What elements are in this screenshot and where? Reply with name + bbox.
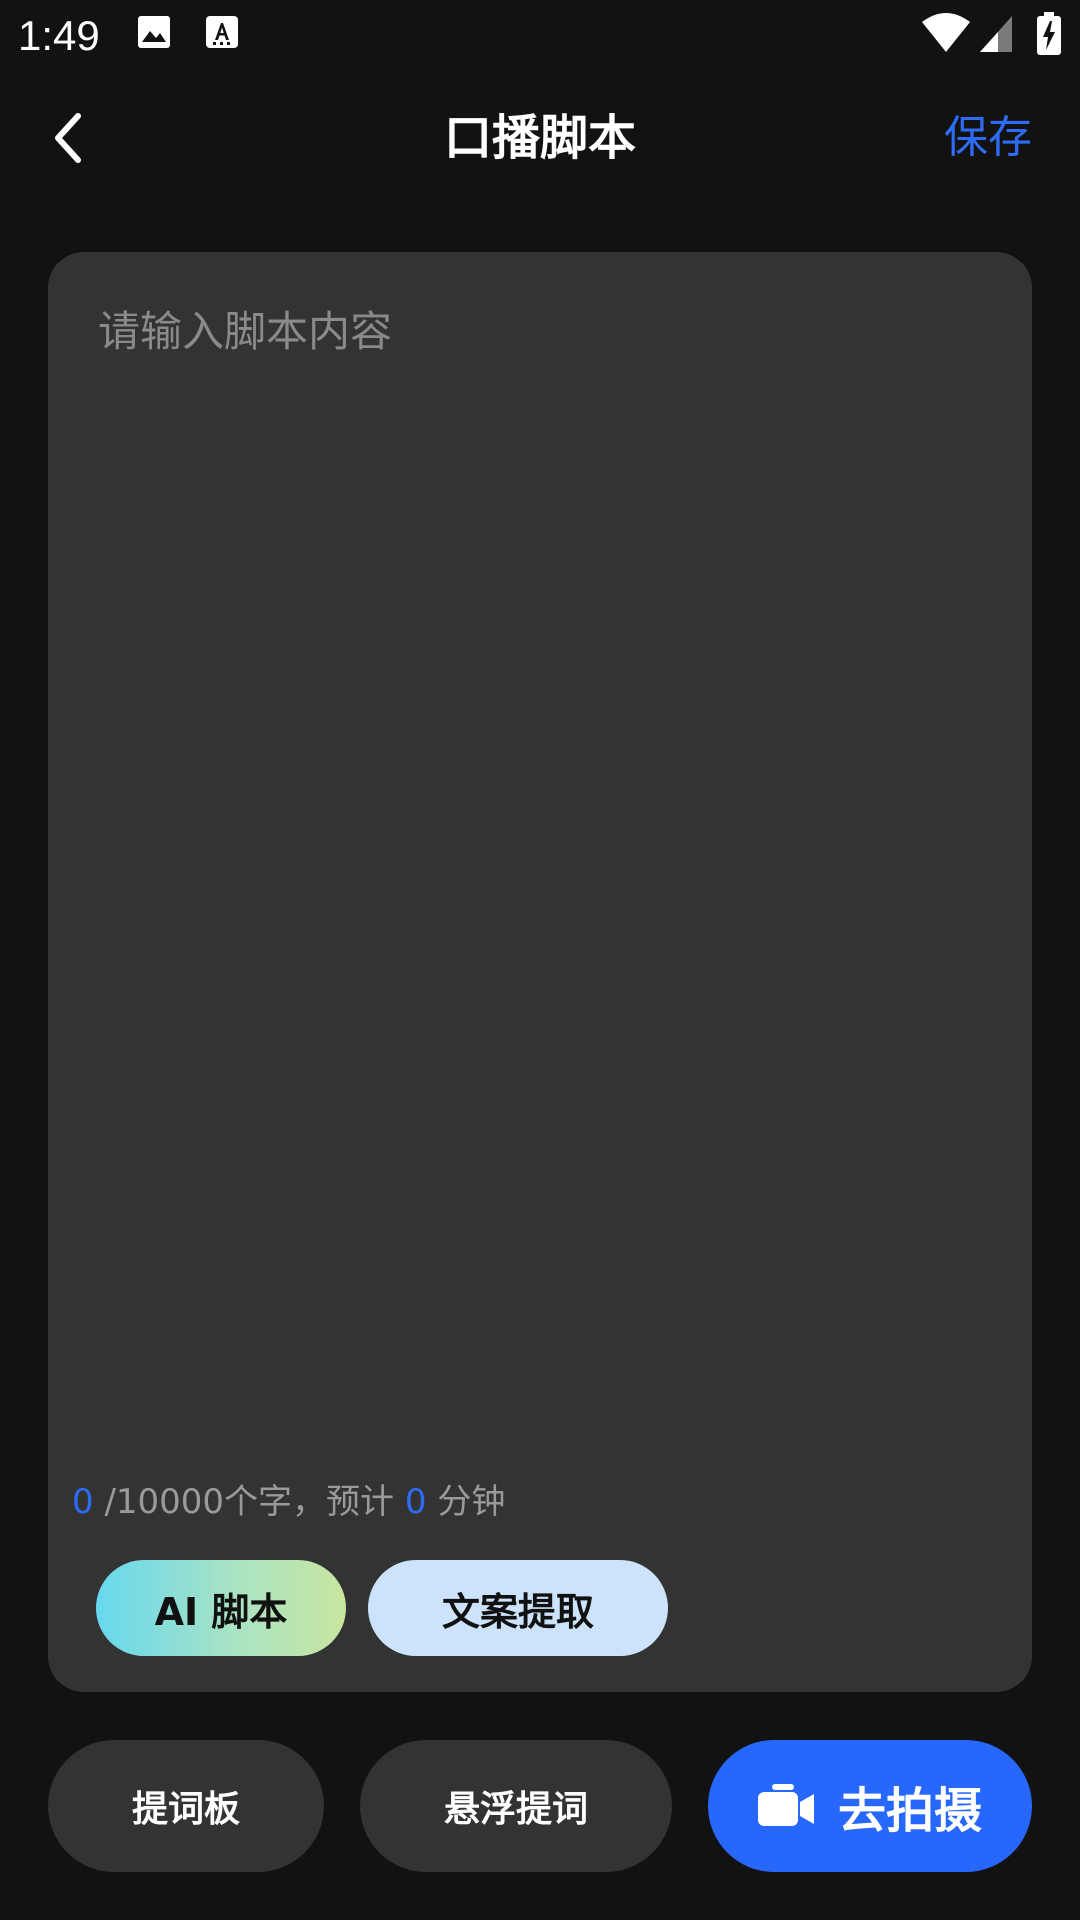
- ai-script-label: AI 脚本: [154, 1589, 288, 1634]
- teleprompter-button[interactable]: 提词板: [48, 1740, 324, 1872]
- minutes-unit: 分钟: [426, 1482, 506, 1522]
- floating-prompt-button[interactable]: 悬浮提词: [360, 1740, 672, 1872]
- teleprompter-label: 提词板: [131, 1789, 240, 1830]
- video-camera-icon: [757, 1784, 816, 1828]
- char-limit-text: /10000个字，预计: [93, 1482, 405, 1522]
- save-button[interactable]: 保存: [944, 102, 1032, 174]
- header: 口播脚本 保存: [0, 72, 1080, 202]
- cellular-signal-icon: [978, 14, 1014, 58]
- char-count-value: 0: [72, 1482, 94, 1522]
- go-shoot-button[interactable]: 去拍摄: [708, 1740, 1032, 1872]
- page-title: 口播脚本: [443, 110, 636, 166]
- status-time: 1:49: [18, 12, 100, 59]
- ai-script-button[interactable]: AI 脚本: [96, 1560, 346, 1656]
- word-count: 0 /10000个字，预计 0 分钟: [72, 1474, 505, 1530]
- copy-extract-button[interactable]: 文案提取: [368, 1560, 668, 1656]
- status-bar: 1:49: [0, 0, 1080, 72]
- copy-extract-label: 文案提取: [441, 1589, 594, 1634]
- script-editor-card: 0 /10000个字，预计 0 分钟 AI 脚本 文案提取: [48, 252, 1032, 1692]
- battery-charging-icon: [1036, 12, 1062, 60]
- image-icon: [136, 14, 172, 54]
- estimated-minutes-value: 0: [404, 1482, 427, 1522]
- wifi-icon: [922, 12, 970, 58]
- text-recognition-icon: [204, 14, 240, 54]
- go-shoot-label: 去拍摄: [837, 1783, 982, 1839]
- floating-prompt-label: 悬浮提词: [443, 1789, 588, 1830]
